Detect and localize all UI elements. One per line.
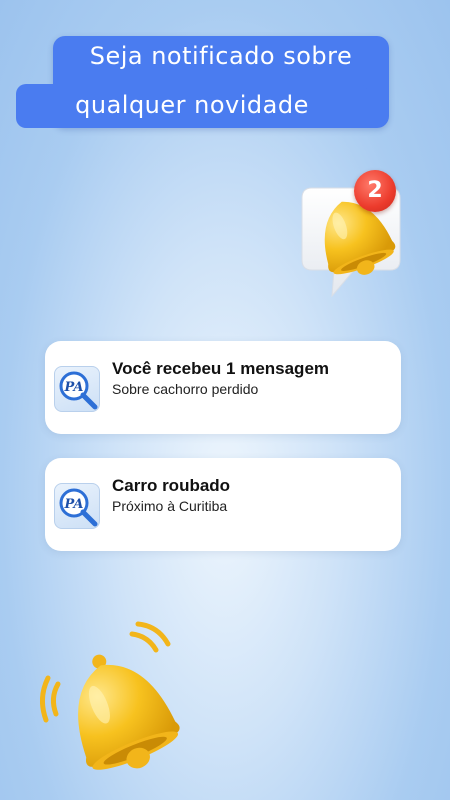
app-logo-pa-magnifier-icon: PA	[54, 366, 100, 412]
notification-subtitle: Sobre cachorro perdido	[112, 381, 259, 397]
app-logo-pa-magnifier-icon: PA	[54, 483, 100, 529]
title-line-2: qualquer novidade	[75, 91, 309, 119]
svg-text:PA: PA	[64, 380, 84, 395]
svg-text:PA: PA	[64, 497, 84, 512]
notification-title: Carro roubado	[112, 476, 231, 495]
title-line-1: Seja notificado sobre	[89, 42, 353, 70]
notification-card[interactable]: PA Carro roubado Próximo à Curitiba	[45, 458, 401, 551]
notification-count-badge: 2	[354, 170, 396, 212]
notification-card[interactable]: PA Você recebeu 1 mensagem Sobre cachorr…	[45, 341, 401, 434]
notification-subtitle: Próximo à Curitiba	[112, 498, 228, 514]
title-banner-line-2: qualquer novidade	[16, 84, 368, 128]
notification-title: Você recebeu 1 mensagem	[112, 359, 330, 378]
ringing-bell-icon	[40, 620, 190, 780]
